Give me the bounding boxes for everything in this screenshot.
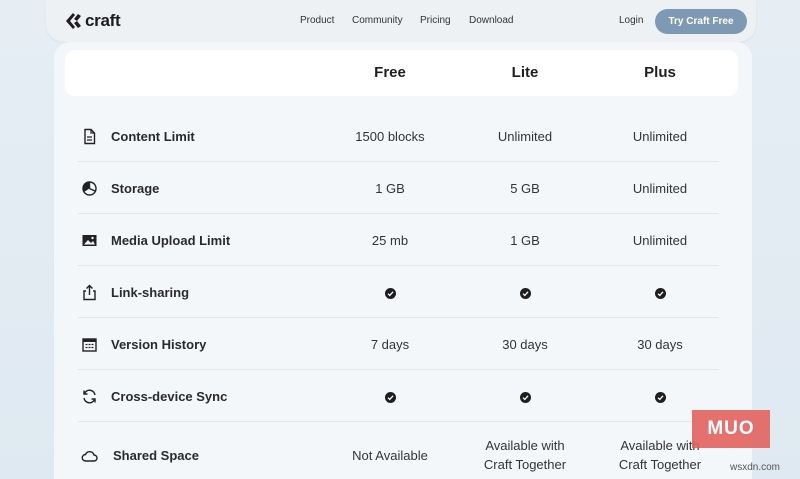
cell-plus: Unlimited: [632, 181, 688, 196]
cell-lite: 30 days: [502, 337, 548, 352]
check-icon: [385, 288, 396, 299]
muo-watermark-logo: MUO: [692, 410, 770, 448]
nav-link-product[interactable]: Product: [300, 15, 334, 26]
feature-row-shared-space: Shared Space Not Available Available wit…: [78, 422, 719, 479]
nav-link-community[interactable]: Community: [352, 15, 403, 26]
check-icon: [520, 392, 531, 403]
feature-row-content-limit: Content Limit 1500 blocks Unlimited Unli…: [78, 110, 719, 162]
image-icon: [81, 232, 98, 249]
plan-free: Free: [374, 64, 406, 81]
sync-icon: [81, 388, 98, 405]
feature-row-version-history: Version History 7 days 30 days 30 days: [78, 318, 719, 370]
feature-row-media-upload-limit: Media Upload Limit 25 mb 1 GB Unlimited: [78, 214, 719, 266]
cell-free: 1 GB: [375, 181, 405, 196]
plan-plus: Plus: [644, 64, 676, 81]
top-nav: craft Product Community Pricing Download…: [46, 0, 756, 42]
calendar-icon: [81, 336, 98, 353]
nav-link-pricing[interactable]: Pricing: [420, 15, 451, 26]
cell-lite: 5 GB: [510, 181, 540, 196]
feature-label: Cross-device Sync: [111, 389, 228, 404]
cell-free: 1500 blocks: [355, 129, 425, 144]
cell-free: 7 days: [370, 337, 410, 352]
nav-link-download[interactable]: Download: [469, 15, 513, 26]
check-icon: [385, 392, 396, 403]
cell-lite: Unlimited: [497, 129, 553, 144]
document-icon: [81, 128, 98, 145]
cell-lite: Available with Craft Together: [483, 438, 567, 472]
logo-text: craft: [85, 11, 121, 30]
feature-label: Content Limit: [111, 129, 195, 144]
cell-plus: Unlimited: [632, 233, 688, 248]
check-icon: [655, 392, 666, 403]
feature-label: Storage: [111, 181, 160, 196]
try-craft-free-button[interactable]: Try Craft Free: [655, 9, 747, 34]
site-watermark: wsxdn.com: [730, 462, 781, 473]
cell-free: Not Available: [352, 448, 428, 463]
plan-header: Free Lite Plus: [65, 50, 738, 96]
feature-row-cross-device-sync: Cross-device Sync: [78, 370, 719, 422]
feature-label: Link-sharing: [111, 285, 190, 300]
cloud-icon: [81, 447, 98, 464]
cell-lite: 1 GB: [510, 233, 540, 248]
share-icon: [81, 284, 98, 301]
feature-label: Shared Space: [113, 448, 199, 463]
feature-label: Version History: [111, 337, 207, 352]
pie-chart-icon: [81, 180, 98, 197]
feature-label: Media Upload Limit: [111, 233, 231, 248]
feature-row-storage: Storage 1 GB 5 GB Unlimited: [78, 162, 719, 214]
cell-plus: Unlimited: [632, 129, 688, 144]
craft-logo[interactable]: craft: [64, 11, 121, 31]
check-icon: [520, 288, 531, 299]
plan-lite: Lite: [511, 64, 539, 81]
check-icon: [655, 288, 666, 299]
cell-free: 25 mb: [371, 233, 409, 248]
feature-row-link-sharing: Link-sharing: [78, 266, 719, 318]
cell-plus: 30 days: [637, 337, 683, 352]
craft-logo-icon: [66, 13, 81, 29]
login-link[interactable]: Login: [619, 15, 643, 26]
